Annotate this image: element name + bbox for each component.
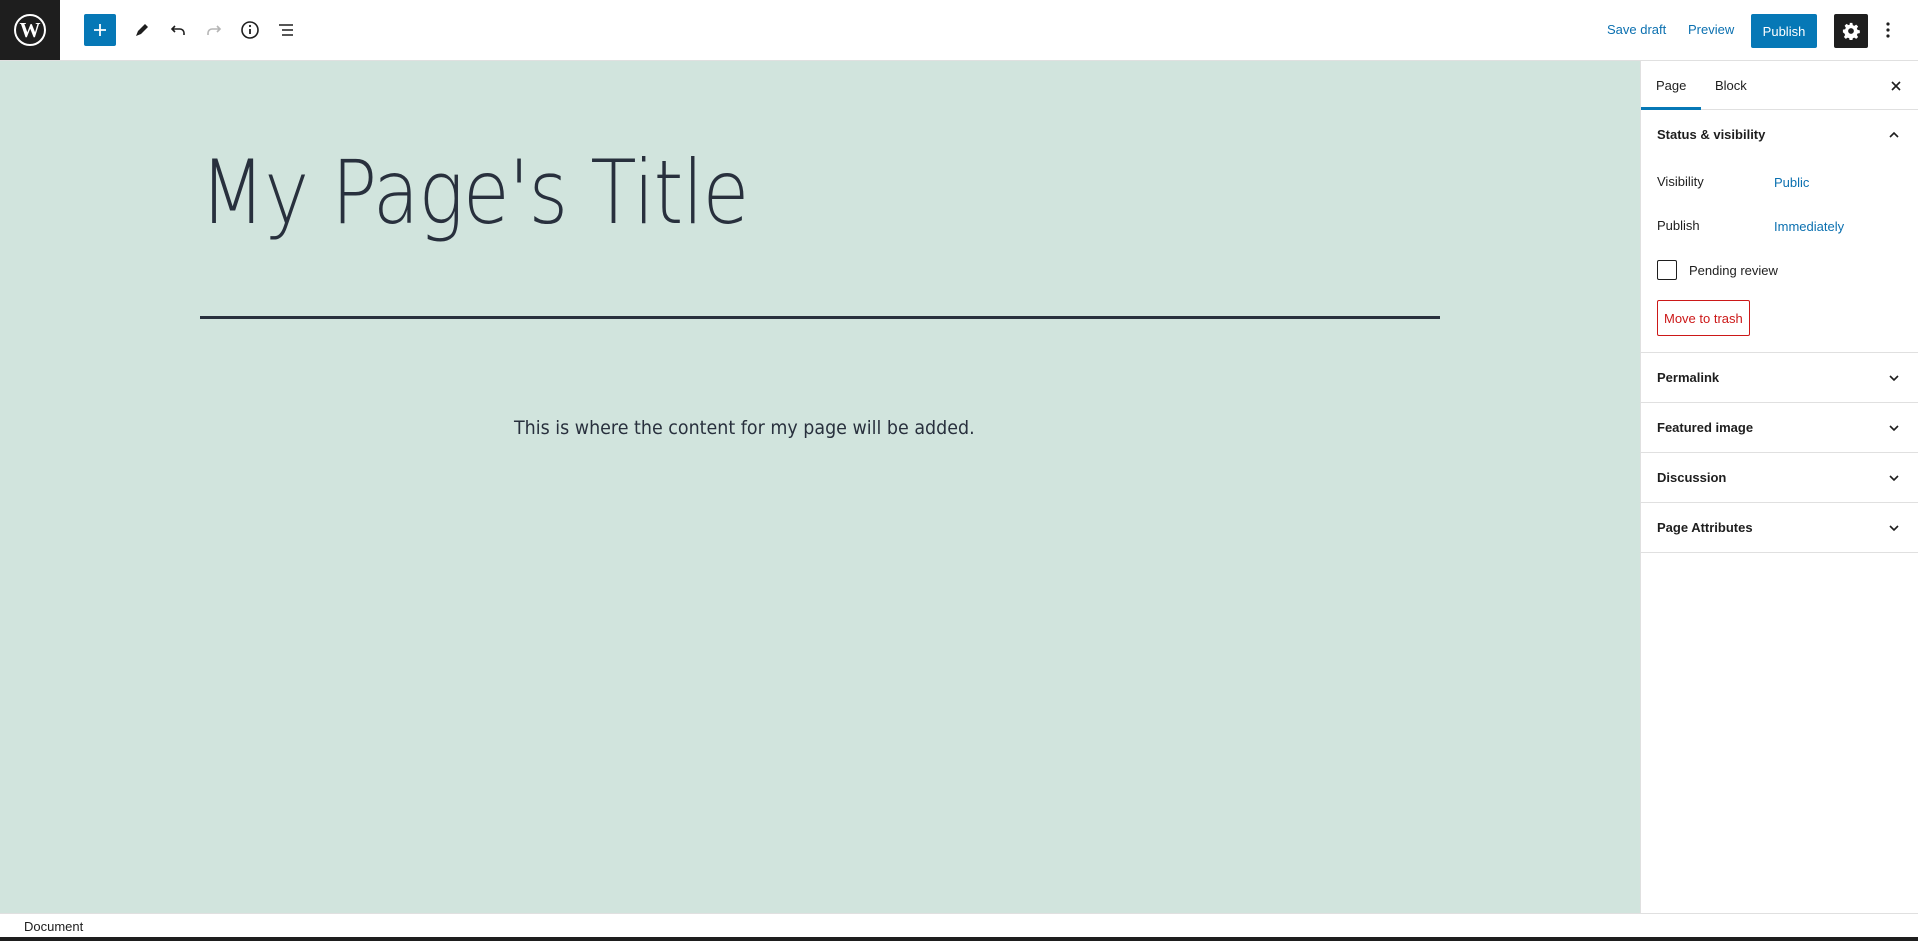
undo-button[interactable]	[162, 14, 194, 46]
editor-canvas[interactable]: My Page's Title This is where the conten…	[0, 61, 1640, 913]
tab-page[interactable]: Page	[1641, 61, 1702, 110]
chevron-up-icon	[1889, 131, 1899, 138]
undo-icon	[170, 25, 185, 35]
save-draft-button[interactable]: Save draft	[1607, 22, 1666, 37]
chevron-down-icon	[1889, 375, 1899, 382]
visibility-value-button[interactable]: Public	[1774, 175, 1809, 190]
details-button[interactable]	[234, 14, 266, 46]
publish-button[interactable]: Publish	[1751, 14, 1817, 48]
redo-button[interactable]	[198, 14, 230, 46]
publish-date-button[interactable]: Immediately	[1774, 219, 1844, 234]
more-options-button[interactable]	[1872, 14, 1904, 46]
bottom-edge	[0, 937, 1918, 941]
discussion-title: Discussion	[1657, 470, 1727, 485]
chevron-down-icon	[1889, 425, 1899, 432]
chevron-down-icon	[1889, 525, 1899, 532]
featured-image-title: Featured image	[1657, 420, 1754, 435]
discussion-panel-toggle[interactable]: Discussion	[1641, 453, 1918, 503]
status-visibility-panel-toggle[interactable]: Status & visibility	[1641, 110, 1918, 160]
permalink-panel-toggle[interactable]: Permalink	[1641, 353, 1918, 403]
preview-button[interactable]: Preview	[1688, 22, 1734, 37]
pending-review-checkbox[interactable]	[1657, 260, 1677, 280]
plus-icon	[94, 24, 106, 36]
wordpress-logo-button[interactable]: W	[0, 0, 60, 60]
tab-block[interactable]: Block	[1700, 61, 1762, 110]
list-view-icon	[279, 24, 293, 36]
tools-button[interactable]	[126, 14, 158, 46]
close-icon	[1891, 81, 1901, 91]
list-view-button[interactable]	[270, 14, 302, 46]
settings-button[interactable]	[1834, 14, 1868, 48]
block-breadcrumb-bar: Document	[0, 913, 1918, 937]
editor-header: W Save draft Preview Publish	[0, 0, 1918, 61]
sidebar-tabs: Page Block	[1641, 61, 1918, 110]
more-vertical-icon	[1886, 22, 1890, 38]
visibility-label: Visibility	[1657, 174, 1704, 189]
chevron-down-icon	[1889, 475, 1899, 482]
publish-label: Publish	[1657, 218, 1700, 233]
redo-icon	[207, 25, 222, 35]
paragraph-block[interactable]: This is where the content for my page wi…	[514, 417, 975, 439]
separator-block[interactable]	[200, 316, 1440, 319]
wordpress-logo-icon: W	[14, 14, 46, 46]
featured-image-panel-toggle[interactable]: Featured image	[1641, 403, 1918, 453]
settings-sidebar: Page Block Status & visibility Visibilit…	[1640, 61, 1918, 913]
close-sidebar-button[interactable]	[1881, 71, 1911, 101]
pencil-icon	[136, 24, 148, 36]
status-visibility-title: Status & visibility	[1657, 127, 1766, 142]
svg-text:W: W	[20, 18, 41, 42]
permalink-title: Permalink	[1657, 370, 1720, 385]
page-title[interactable]: My Page's Title	[200, 141, 749, 244]
breadcrumb-document[interactable]: Document	[24, 919, 83, 934]
move-to-trash-button[interactable]: Move to trash	[1657, 300, 1750, 336]
pending-review-label[interactable]: Pending review	[1689, 263, 1778, 278]
gear-icon	[1842, 22, 1860, 40]
add-block-button[interactable]	[84, 14, 116, 46]
info-icon	[241, 21, 259, 39]
page-attributes-title: Page Attributes	[1657, 520, 1753, 535]
page-attributes-panel-toggle[interactable]: Page Attributes	[1641, 503, 1918, 553]
